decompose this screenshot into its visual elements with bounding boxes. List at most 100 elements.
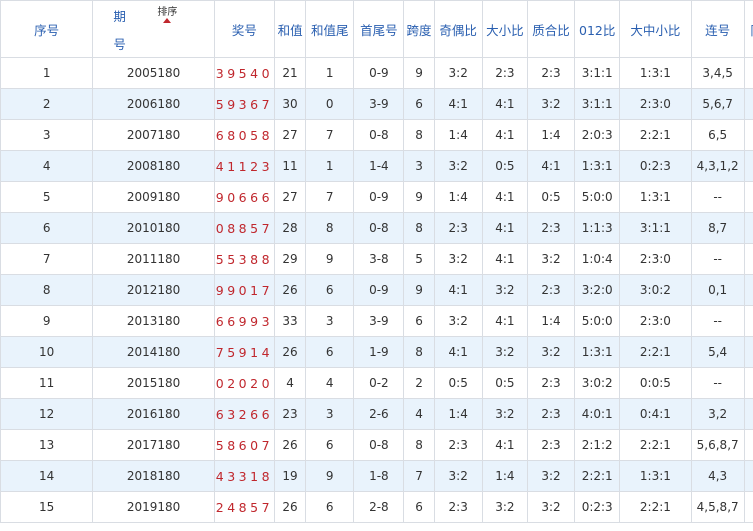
- cell-sum: 33: [274, 305, 307, 337]
- cell-index: 13: [0, 429, 94, 461]
- cell-same: 5,8: [743, 243, 753, 275]
- cell-big-small: 4:1: [481, 119, 528, 151]
- cell-award: 90666: [213, 181, 276, 213]
- cell-prime-composite: 2:3: [526, 57, 576, 89]
- cell-odd-even: 2:3: [433, 491, 483, 523]
- cell-012-ratio: 0:2:3: [574, 491, 621, 523]
- cell-period: 2008180: [92, 150, 215, 182]
- cell-sum-tail: 3: [305, 398, 355, 430]
- cell-span: 8: [403, 119, 435, 151]
- cell-same: --: [743, 336, 753, 368]
- cell-same: --: [743, 491, 753, 523]
- cell-sum: 26: [274, 274, 307, 306]
- cell-big-mid-small: 3:0:2: [619, 274, 692, 306]
- cell-odd-even: 2:3: [433, 212, 483, 244]
- cell-sum-tail: 6: [305, 336, 355, 368]
- table-row: 10 2014180 75914 26 6 1-9 8 4:1 3:2 3:2 1:3:1 2:2:1…: [0, 336, 753, 368]
- cell-sum-tail: 1: [305, 57, 355, 89]
- header-sum-tail: 和值尾: [305, 0, 355, 58]
- cell-head-tail: 3-9: [353, 305, 405, 337]
- header-odd-even: 奇偶比: [433, 0, 483, 58]
- cell-period: 2016180: [92, 398, 215, 430]
- cell-consecutive: 5,4: [690, 336, 745, 368]
- cell-big-small: 0:5: [481, 367, 528, 399]
- cell-sum: 4: [274, 367, 307, 399]
- cell-sum: 27: [274, 181, 307, 213]
- cell-index: 2: [0, 88, 94, 120]
- cell-big-small: 0:5: [481, 150, 528, 182]
- cell-consecutive: 4,3: [690, 460, 745, 492]
- header-head-tail: 首尾号: [353, 0, 405, 58]
- cell-012-ratio: 3:1:1: [574, 88, 621, 120]
- cell-012-ratio: 2:2:1: [574, 460, 621, 492]
- cell-prime-composite: 2:3: [526, 367, 576, 399]
- cell-span: 6: [403, 491, 435, 523]
- cell-same: --: [743, 57, 753, 89]
- cell-same: 8: [743, 212, 753, 244]
- cell-award: 41123: [213, 150, 276, 182]
- cell-award: 66993: [213, 305, 276, 337]
- cell-head-tail: 0-8: [353, 212, 405, 244]
- cell-period: 2010180: [92, 212, 215, 244]
- cell-head-tail: 3-9: [353, 88, 405, 120]
- cell-same: 6,9: [743, 305, 753, 337]
- cell-sum-tail: 7: [305, 181, 355, 213]
- cell-award: 43318: [213, 460, 276, 492]
- cell-consecutive: 0,1: [690, 274, 745, 306]
- cell-sum: 21: [274, 57, 307, 89]
- cell-sum-tail: 6: [305, 274, 355, 306]
- header-award: 奖号: [213, 0, 276, 58]
- cell-head-tail: 1-8: [353, 460, 405, 492]
- cell-sum: 26: [274, 491, 307, 523]
- header-index: 序号: [0, 0, 94, 58]
- cell-period: 2009180: [92, 181, 215, 213]
- cell-big-small: 4:1: [481, 243, 528, 275]
- cell-consecutive: 8,7: [690, 212, 745, 244]
- cell-span: 2: [403, 367, 435, 399]
- cell-head-tail: 0-2: [353, 367, 405, 399]
- cell-period: 2006180: [92, 88, 215, 120]
- cell-odd-even: 2:3: [433, 429, 483, 461]
- cell-period: 2017180: [92, 429, 215, 461]
- cell-012-ratio: 3:1:1: [574, 57, 621, 89]
- cell-odd-even: 3:2: [433, 305, 483, 337]
- cell-big-mid-small: 0:4:1: [619, 398, 692, 430]
- cell-big-mid-small: 0:2:3: [619, 150, 692, 182]
- cell-period: 2007180: [92, 119, 215, 151]
- cell-012-ratio: 1:3:1: [574, 150, 621, 182]
- cell-index: 4: [0, 150, 94, 182]
- cell-012-ratio: 2:1:2: [574, 429, 621, 461]
- cell-award: 75914: [213, 336, 276, 368]
- table-row: 2 2006180 59367 30 0 3-9 6 4:1 4:1 3:2 3:1:1 2:3:0 5…: [0, 88, 753, 120]
- cell-big-small: 1:4: [481, 460, 528, 492]
- cell-span: 9: [403, 181, 435, 213]
- cell-big-mid-small: 2:3:0: [619, 243, 692, 275]
- cell-big-mid-small: 2:3:0: [619, 305, 692, 337]
- table-row: 7 2011180 55388 29 9 3-8 5 3:2 4:1 3:2 1:0:4 2:3:0-…: [0, 243, 753, 275]
- cell-prime-composite: 1:4: [526, 119, 576, 151]
- header-same: 同号: [743, 0, 753, 58]
- cell-span: 5: [403, 243, 435, 275]
- cell-sum-tail: 9: [305, 243, 355, 275]
- cell-sum: 11: [274, 150, 307, 182]
- cell-award: 63266: [213, 398, 276, 430]
- cell-odd-even: 1:4: [433, 398, 483, 430]
- cell-big-small: 4:1: [481, 88, 528, 120]
- cell-sum: 19: [274, 460, 307, 492]
- table-body: 1 2005180 39540 21 1 0-9 9 3:2 2:3 2:3 3:1:1 1:3:1 3…: [0, 57, 753, 523]
- cell-sum-tail: 9: [305, 460, 355, 492]
- table-row: 13 2017180 58607 26 6 0-8 8 2:3 4:1 2:3 2:1:2 2:2:1…: [0, 429, 753, 461]
- cell-prime-composite: 2:3: [526, 429, 576, 461]
- cell-consecutive: 5,6,8,7: [690, 429, 745, 461]
- cell-span: 9: [403, 57, 435, 89]
- cell-award: 99017: [213, 274, 276, 306]
- cell-prime-composite: 2:3: [526, 274, 576, 306]
- cell-012-ratio: 1:0:4: [574, 243, 621, 275]
- sort-button[interactable]: 排序: [157, 7, 177, 23]
- cell-odd-even: 1:4: [433, 181, 483, 213]
- cell-consecutive: 3,2: [690, 398, 745, 430]
- cell-same: 6: [743, 398, 753, 430]
- cell-sum: 26: [274, 429, 307, 461]
- cell-index: 8: [0, 274, 94, 306]
- cell-prime-composite: 3:2: [526, 336, 576, 368]
